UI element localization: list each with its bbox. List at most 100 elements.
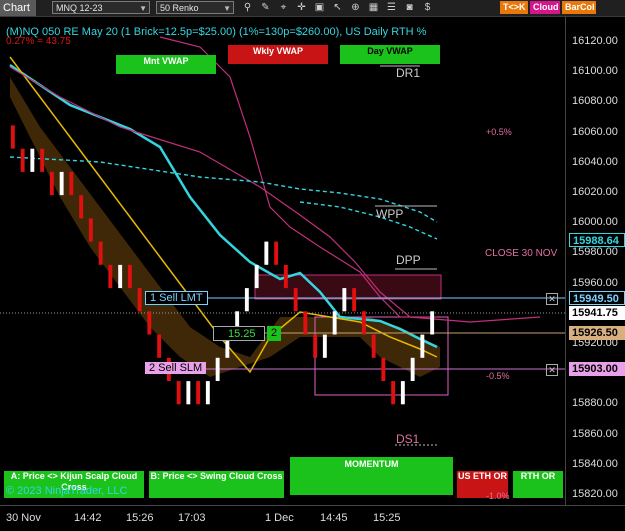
close-icon[interactable]: ✕ bbox=[546, 364, 558, 376]
price-tick: 16100.00 bbox=[572, 65, 618, 78]
price-tick: 15840.00 bbox=[572, 457, 618, 470]
day-vwap-button[interactable]: Day VWAP bbox=[340, 45, 440, 64]
price-axis[interactable]: 16120.00 16100.00 16080.00 16060.00 16040.00… bbox=[565, 17, 625, 505]
renko-brick-down bbox=[176, 381, 181, 405]
renko-brick-down bbox=[147, 311, 152, 335]
tk-button[interactable]: T<>K bbox=[500, 1, 528, 14]
renko-brick-down bbox=[283, 264, 288, 289]
renko-brick-down bbox=[49, 171, 54, 196]
renko-brick-up bbox=[342, 288, 347, 312]
renko-brick-down bbox=[313, 334, 318, 358]
price-tick: 16000.00 bbox=[572, 216, 618, 229]
wkly-vwap-button[interactable]: Wkly VWAP bbox=[228, 45, 328, 64]
renko-brick-up bbox=[322, 334, 327, 358]
barcol-button[interactable]: BarCol bbox=[562, 1, 596, 14]
chart-tab[interactable]: Chart bbox=[0, 0, 36, 16]
mnt-vwap-button[interactable]: Mnt VWAP bbox=[116, 55, 216, 74]
renko-brick-up bbox=[244, 288, 249, 312]
cloud-button[interactable]: Cloud bbox=[530, 1, 560, 14]
bar-type-selector[interactable]: 50 Renko ▼ bbox=[156, 1, 234, 14]
close-icon[interactable]: ✕ bbox=[546, 293, 558, 305]
renko-brick-down bbox=[127, 264, 132, 289]
time-tick: 15:26 bbox=[126, 512, 154, 524]
dollar-icon[interactable]: $ bbox=[420, 1, 435, 14]
renko-brick-down bbox=[108, 264, 113, 289]
price-tick: 16020.00 bbox=[572, 186, 618, 198]
grid-icon[interactable]: ▦ bbox=[366, 1, 381, 14]
renko-brick-down bbox=[352, 288, 357, 312]
price-tick: 15880.00 bbox=[572, 397, 618, 410]
time-axis: 30 Nov 14:42 15:26 17:03 1 Dec 14:45 15:… bbox=[0, 505, 625, 531]
dpp-label: DPP bbox=[396, 253, 421, 267]
renko-brick-down bbox=[157, 334, 162, 358]
renko-brick-down bbox=[40, 148, 45, 172]
minus-pct-label: -0.5% bbox=[486, 371, 510, 381]
price-tag-tan: 15926.50 bbox=[569, 326, 625, 340]
time-tick: 17:03 bbox=[178, 512, 206, 524]
order-qty-value[interactable]: 15.25 bbox=[213, 326, 265, 341]
price-tick: 15820.00 bbox=[572, 488, 618, 500]
swing-cross-button[interactable]: B: Price <> Swing Cloud Cross bbox=[149, 471, 284, 498]
price-tick: 15980.00 bbox=[572, 246, 618, 259]
wpp-label: WPP bbox=[376, 207, 404, 221]
dr1-label: DR1 bbox=[396, 66, 421, 80]
momentum-button[interactable]: MOMENTUM bbox=[290, 457, 453, 495]
magnifier-icon[interactable]: ⚲ bbox=[240, 1, 255, 14]
renko-brick-down bbox=[303, 311, 308, 335]
renko-brick-down bbox=[371, 334, 376, 358]
chevron-down-icon: ▼ bbox=[139, 4, 147, 13]
plus-icon[interactable]: ✛ bbox=[294, 1, 309, 14]
layers-icon[interactable]: ☰ bbox=[384, 1, 399, 14]
instrument-selector[interactable]: MNQ 12-23 ▼ bbox=[52, 1, 150, 14]
price-tick: 15960.00 bbox=[572, 276, 618, 289]
renko-brick-down bbox=[196, 381, 201, 405]
renko-brick-up bbox=[410, 357, 415, 381]
time-tick: 14:45 bbox=[320, 512, 348, 524]
time-tick: 30 Nov bbox=[6, 512, 41, 524]
arrow-icon[interactable]: ↖ bbox=[330, 1, 345, 14]
time-tick: 14:42 bbox=[74, 512, 102, 524]
link-icon[interactable]: ⊕ bbox=[348, 1, 363, 14]
price-tag-sell-slm: 15903.00 bbox=[569, 362, 625, 376]
time-tick: 1 Dec bbox=[265, 512, 294, 524]
price-tick: 16080.00 bbox=[572, 95, 618, 108]
ds1-label: DS1 bbox=[396, 432, 420, 446]
renko-brick-up bbox=[30, 148, 35, 172]
renko-brick-up bbox=[400, 381, 405, 405]
sell-slm-order[interactable]: 2 Sell SLM bbox=[145, 362, 207, 374]
copyright: © 2023 NinjaTrader, LLC bbox=[6, 485, 128, 497]
renko-brick-up bbox=[430, 311, 435, 335]
price-chart-svg bbox=[0, 36, 565, 446]
renko-brick-up bbox=[264, 241, 269, 265]
dashed-average-2 bbox=[299, 201, 438, 240]
renko-brick-up bbox=[186, 381, 191, 405]
renko-brick-down bbox=[293, 288, 298, 312]
renko-brick-down bbox=[10, 125, 15, 149]
renko-brick-up bbox=[332, 311, 337, 335]
rth-or-button[interactable]: RTH OR bbox=[513, 471, 563, 498]
renko-brick-up bbox=[254, 264, 259, 289]
price-tick: 16120.00 bbox=[572, 35, 618, 47]
chevron-down-icon: ▼ bbox=[223, 4, 231, 13]
renko-brick-up bbox=[59, 171, 64, 196]
renko-brick-down bbox=[20, 148, 25, 172]
pencil-icon[interactable]: ✎ bbox=[258, 1, 273, 14]
minus-1pct-label: -1.0% bbox=[486, 491, 510, 501]
price-tag-sell-lmt: 15949.50 bbox=[569, 291, 625, 305]
renko-brick-down bbox=[69, 171, 74, 196]
price-tag-last: 15941.75 bbox=[569, 306, 625, 320]
sell-lmt-order[interactable]: 1 Sell LMT bbox=[145, 291, 208, 305]
lock-icon[interactable]: ▣ bbox=[312, 1, 327, 14]
plus-pct-label: +0.5% bbox=[486, 127, 512, 137]
chart-plot-area[interactable]: (M)NQ 050 RE May 20 (1 Brick=12.5p=$25.0… bbox=[0, 17, 565, 505]
renko-brick-up bbox=[205, 381, 210, 405]
renko-brick-down bbox=[137, 288, 142, 312]
order-qty-count[interactable]: 2 bbox=[267, 326, 281, 341]
price-tag-cyan: 15988.64 bbox=[569, 233, 625, 247]
renko-brick-up bbox=[215, 357, 220, 381]
crosshair-icon[interactable]: ⌖ bbox=[276, 1, 291, 14]
renko-brick-down bbox=[381, 357, 386, 381]
renko-brick-down bbox=[79, 195, 84, 219]
bar-type-value: 50 Renko bbox=[160, 3, 199, 13]
camera-icon[interactable]: ◙ bbox=[402, 1, 417, 14]
